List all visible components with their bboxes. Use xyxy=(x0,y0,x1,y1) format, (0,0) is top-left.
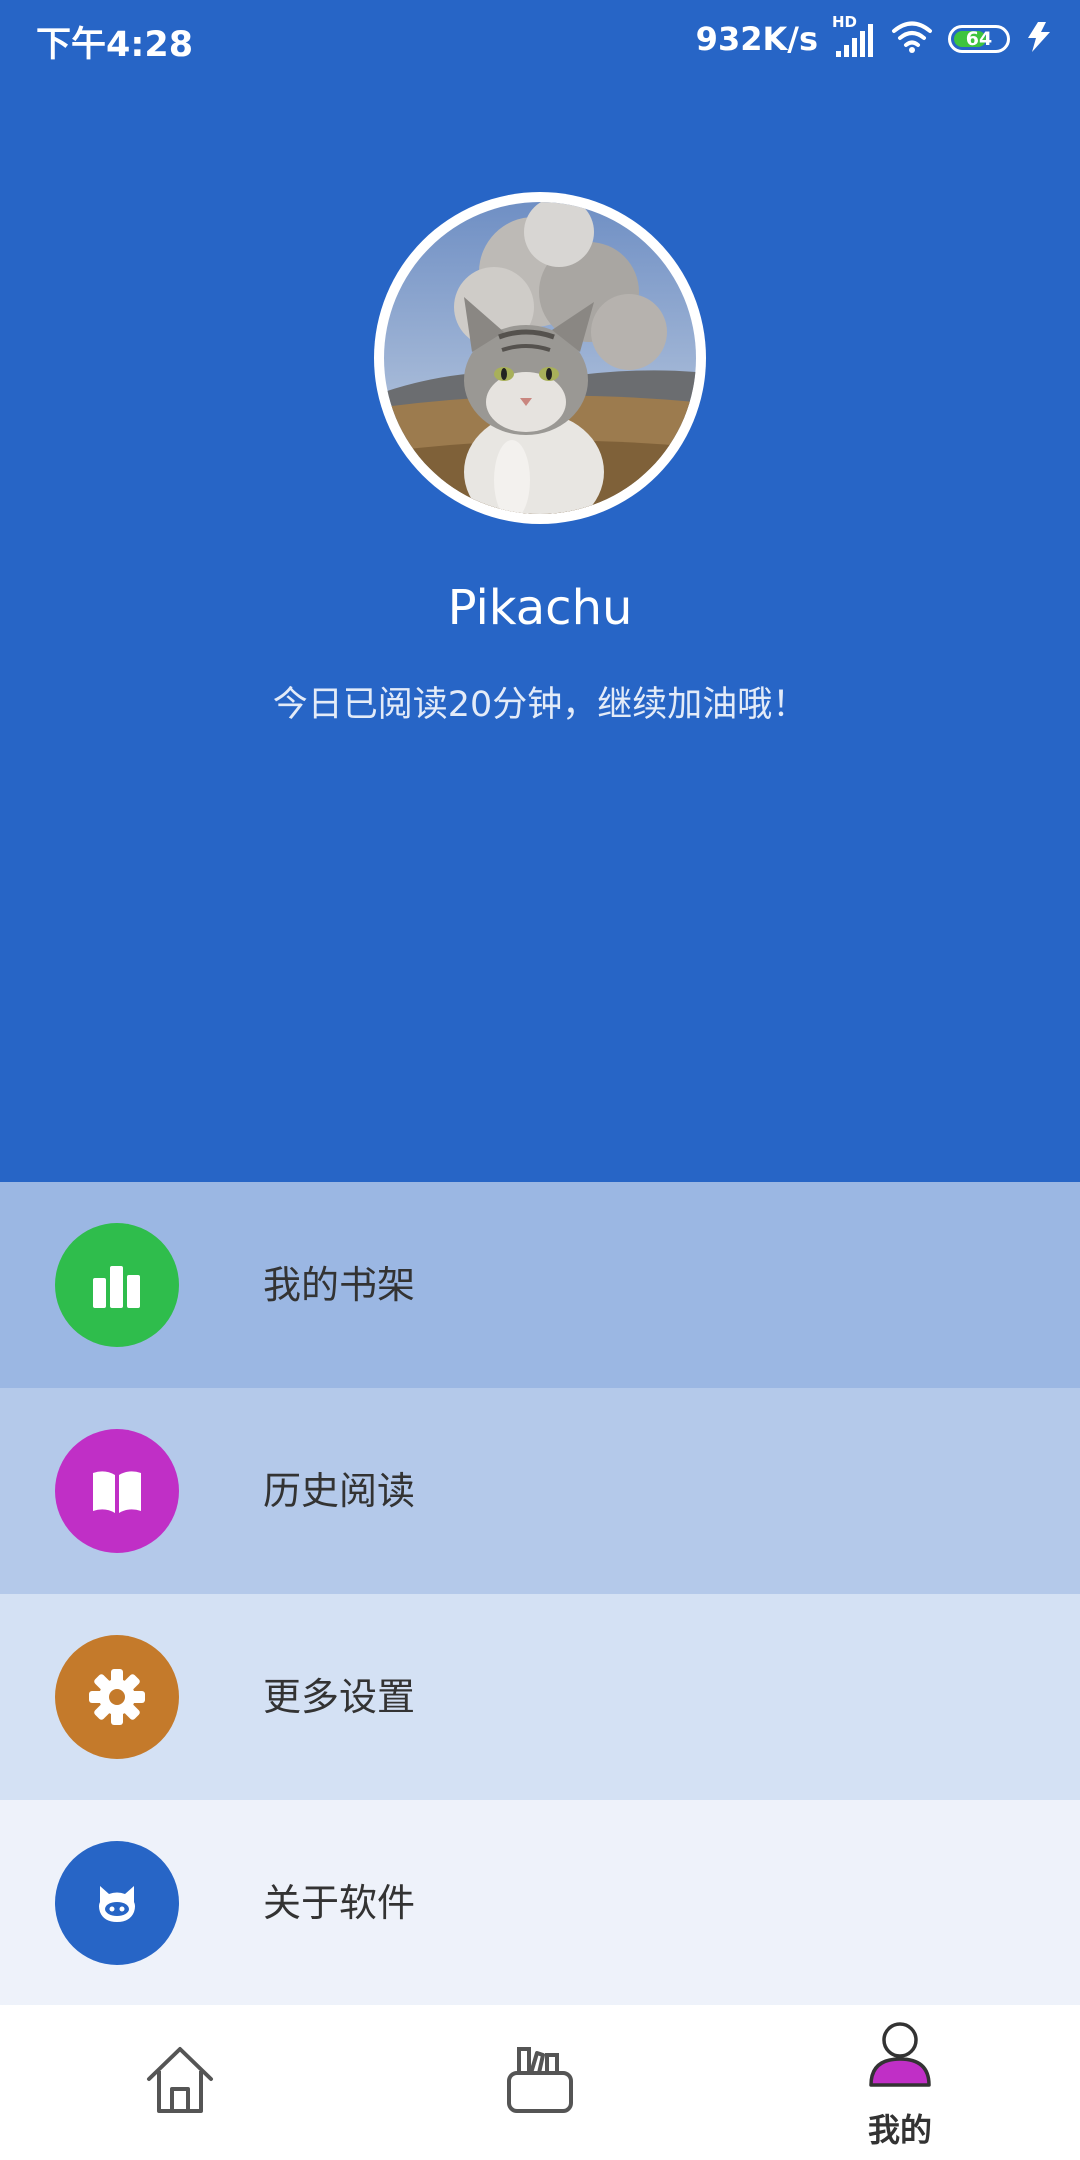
menu-item-bookshelf[interactable]: 我的书架 xyxy=(0,1182,1080,1388)
open-book-icon xyxy=(55,1429,179,1553)
bookshelf-icon xyxy=(505,2045,575,2119)
status-time: 下午4:28 xyxy=(36,25,194,65)
github-cat-icon xyxy=(55,1841,179,1965)
nav-tab-home[interactable] xyxy=(90,2005,270,2160)
profile-header: 下午4:28 932K/s HD 64 Pikachu 今日已阅读20分钟，继续… xyxy=(0,0,1080,1182)
menu-item-history[interactable]: 历史阅读 xyxy=(0,1388,1080,1594)
battery-icon: 64 xyxy=(948,25,1010,53)
profile-icon xyxy=(867,2021,933,2091)
bottom-navigation: 我的 xyxy=(0,2005,1080,2160)
signal-icon: HD xyxy=(832,13,876,59)
avatar-frame[interactable] xyxy=(374,192,706,524)
wifi-icon xyxy=(890,19,934,59)
nav-tab-mine[interactable]: 我的 xyxy=(810,2005,990,2160)
status-indicators: 932K/s HD 64 xyxy=(695,13,1054,64)
nav-tab-bookshelf[interactable] xyxy=(450,2005,630,2160)
status-bar: 下午4:28 932K/s HD 64 xyxy=(0,0,1080,80)
username: Pikachu xyxy=(447,580,633,636)
network-speed: 932K/s xyxy=(695,20,818,58)
menu-item-about[interactable]: 关于软件 xyxy=(0,1800,1080,2006)
menu-label: 关于软件 xyxy=(263,1881,416,1925)
gear-icon xyxy=(55,1635,179,1759)
mine-screen: 下午4:28 932K/s HD 64 Pikachu 今日已阅读20分钟，继续… xyxy=(0,0,1080,2160)
avatar[interactable] xyxy=(384,202,696,514)
home-icon xyxy=(145,2045,215,2119)
menu-label: 历史阅读 xyxy=(263,1469,416,1513)
charging-icon xyxy=(1024,20,1054,58)
hd-label: HD xyxy=(832,13,858,31)
menu-label: 更多设置 xyxy=(263,1675,416,1719)
menu-label: 我的书架 xyxy=(263,1263,416,1307)
nav-label-mine: 我的 xyxy=(867,2111,932,2149)
menu-item-settings[interactable]: 更多设置 xyxy=(0,1594,1080,1800)
battery-level: 64 xyxy=(965,28,993,50)
bar-chart-icon xyxy=(55,1223,179,1347)
reading-time-message: 今日已阅读20分钟，继续加油哦！ xyxy=(272,685,808,725)
